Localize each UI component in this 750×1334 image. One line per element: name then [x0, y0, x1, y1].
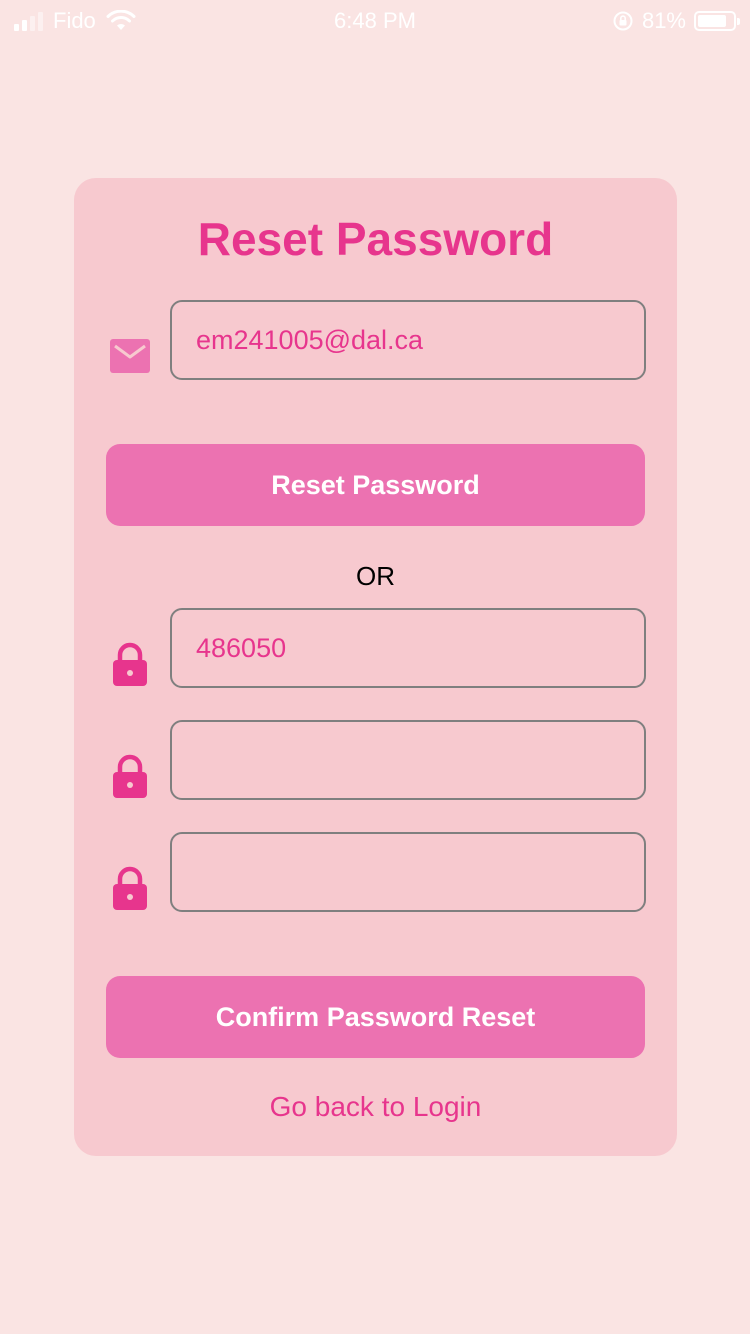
status-bar: Fido 6:48 PM 81% [0, 0, 750, 40]
email-field[interactable] [170, 300, 646, 380]
reset-password-button[interactable]: Reset Password [106, 444, 645, 526]
mail-icon [110, 339, 150, 373]
battery-fill [698, 15, 726, 27]
new-password-field[interactable] [170, 720, 646, 800]
lock-icon [113, 754, 147, 798]
confirm-password-field[interactable] [170, 832, 646, 912]
battery-percent: 81% [641, 8, 686, 33]
lock-icon [113, 642, 147, 686]
confirm-password-row [74, 832, 677, 912]
orientation-lock-icon [613, 11, 633, 31]
or-divider: OR [356, 561, 395, 591]
reset-password-card: Reset Password Reset Password OR [74, 178, 677, 1156]
status-right: 81% [612, 8, 740, 34]
reset-code-field[interactable] [170, 608, 646, 688]
battery-icon [694, 11, 740, 31]
lock-icon [113, 866, 147, 910]
confirm-password-reset-button[interactable]: Confirm Password Reset [106, 976, 645, 1058]
new-password-row [74, 720, 677, 800]
email-row [74, 300, 677, 380]
back-to-login-link[interactable]: Go back to Login [74, 1091, 677, 1123]
code-row [74, 608, 677, 688]
page-title: Reset Password [197, 213, 554, 265]
